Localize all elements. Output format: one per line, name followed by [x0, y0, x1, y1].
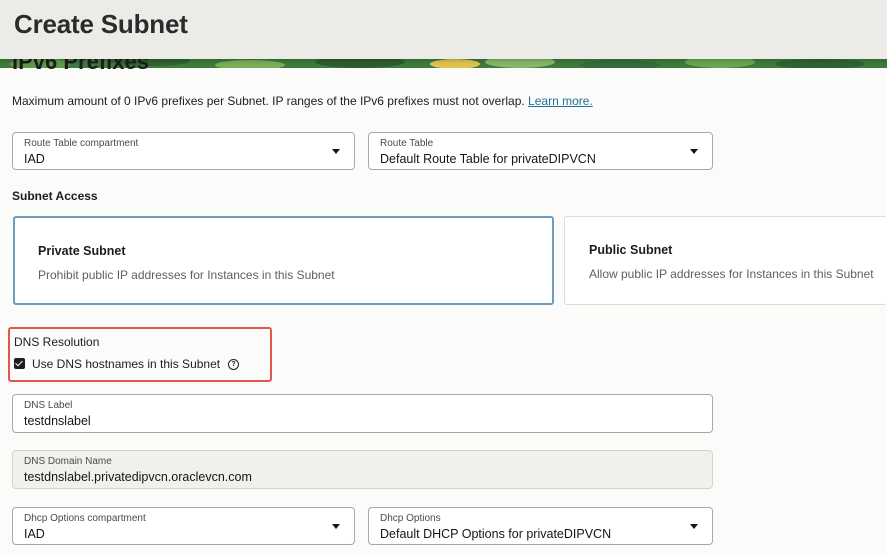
private-subnet-description: Prohibit public IP addresses for Instanc…: [38, 268, 335, 282]
dhcp-options-compartment-select[interactable]: Dhcp Options compartment IAD: [12, 507, 355, 545]
dns-domain-name-field: DNS Domain Name testdnslabel.privatedipv…: [12, 450, 713, 489]
route-table-select[interactable]: Route Table Default Route Table for priv…: [368, 132, 713, 170]
subnet-access-label: Subnet Access: [12, 189, 98, 203]
ipv6-description: Maximum amount of 0 IPv6 prefixes per Su…: [12, 94, 593, 108]
dns-label-input[interactable]: DNS Label testdnslabel: [12, 394, 713, 433]
private-subnet-title: Private Subnet: [38, 244, 126, 258]
dns-label-value: testdnslabel: [24, 414, 91, 428]
question-circle-icon[interactable]: ?: [228, 359, 239, 370]
dhcp-options-select[interactable]: Dhcp Options Default DHCP Options for pr…: [368, 507, 713, 545]
route-table-compartment-value: IAD: [24, 152, 45, 166]
route-table-value: Default Route Table for privateDIPVCN: [380, 152, 596, 166]
chevron-down-icon: [332, 149, 340, 154]
route-table-compartment-label: Route Table compartment: [24, 138, 139, 149]
ipv6-description-text: Maximum amount of 0 IPv6 prefixes per Su…: [12, 94, 525, 108]
dhcp-options-label: Dhcp Options: [380, 513, 441, 524]
page-title: Create Subnet: [14, 9, 188, 39]
dhcp-options-compartment-label: Dhcp Options compartment: [24, 513, 146, 524]
private-subnet-option[interactable]: Private Subnet Prohibit public IP addres…: [13, 216, 554, 305]
dhcp-options-value: Default DHCP Options for privateDIPVCN: [380, 527, 612, 541]
ipv6-section-title: IPv6 Prefixes: [12, 58, 149, 74]
dns-domain-name-label: DNS Domain Name: [24, 456, 112, 467]
route-table-label: Route Table: [380, 138, 434, 149]
public-subnet-option[interactable]: Public Subnet Allow public IP addresses …: [564, 216, 887, 305]
dns-resolution-label: DNS Resolution: [14, 335, 100, 349]
route-table-compartment-select[interactable]: Route Table compartment IAD: [12, 132, 355, 170]
dns-hostnames-checkbox-label[interactable]: Use DNS hostnames in this Subnet: [32, 357, 220, 371]
chevron-down-icon: [332, 524, 340, 529]
panel-header: Create Subnet: [0, 0, 887, 59]
public-subnet-description: Allow public IP addresses for Instances …: [589, 267, 874, 281]
chevron-down-icon: [690, 524, 698, 529]
dns-domain-name-value: testdnslabel.privatedipvcn.oraclevcn.com: [24, 470, 252, 484]
chevron-down-icon: [690, 149, 698, 154]
dns-hostnames-checkbox[interactable]: [14, 358, 25, 369]
dns-label-field-label: DNS Label: [24, 400, 73, 411]
dhcp-options-compartment-value: IAD: [24, 527, 45, 541]
learn-more-link[interactable]: Learn more.: [528, 94, 593, 108]
public-subnet-title: Public Subnet: [589, 243, 673, 257]
